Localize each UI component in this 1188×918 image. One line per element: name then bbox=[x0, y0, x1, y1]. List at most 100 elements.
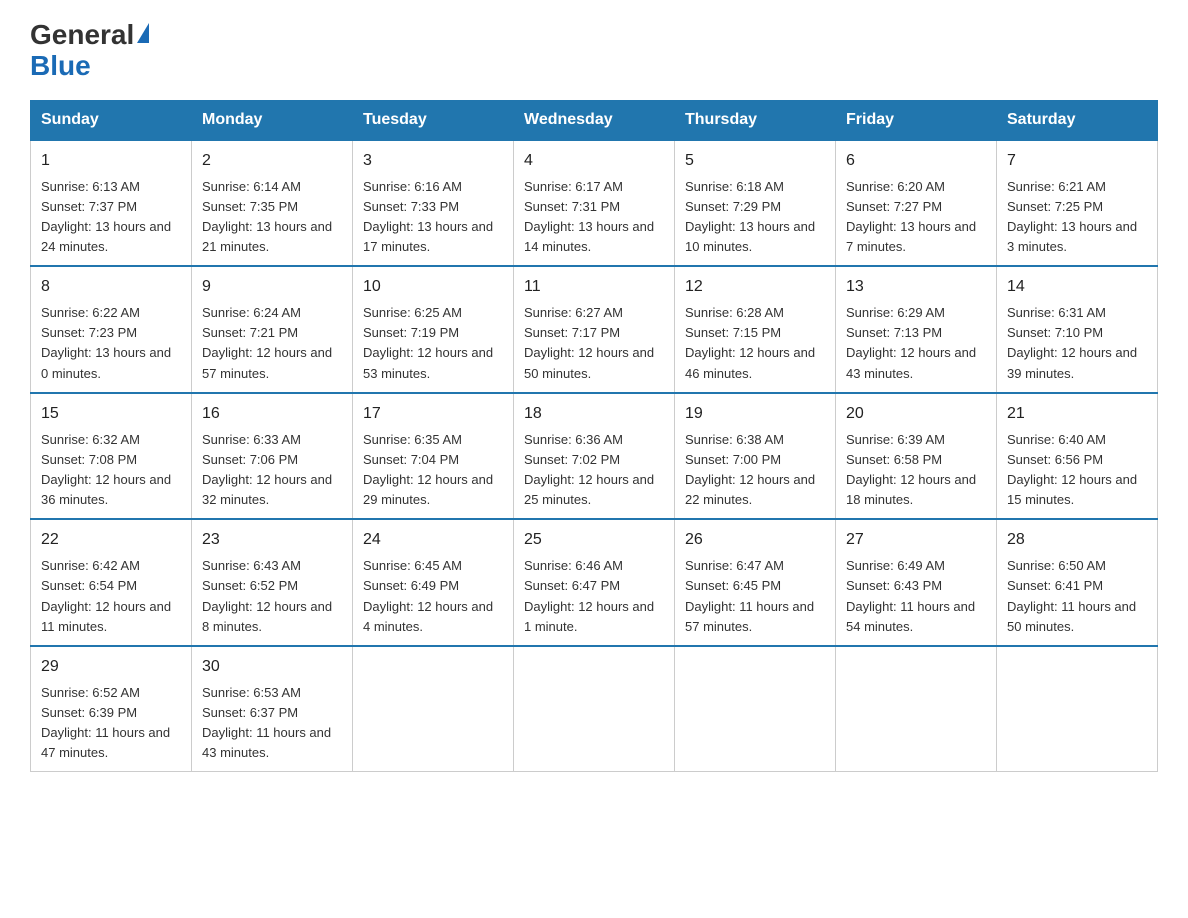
cell-week4-day3: 25Sunrise: 6:46 AMSunset: 6:47 PMDayligh… bbox=[514, 519, 675, 646]
cell-week4-day5: 27 Sunrise: 6:49 AMSunset: 6:43 PMDayligh… bbox=[836, 519, 997, 646]
cell-week5-day1: 30 Sunrise: 6:53 AMSunset: 6:37 PMDayligh… bbox=[192, 646, 353, 772]
cell-week5-day5 bbox=[836, 646, 997, 772]
day-number: 13 bbox=[846, 275, 986, 299]
day-info: Sunrise: 6:20 AMSunset: 7:27 PMDaylight:… bbox=[846, 179, 976, 254]
cell-week1-day2: 3 Sunrise: 6:16 AMSunset: 7:33 PMDaylight… bbox=[353, 140, 514, 267]
day-info: Sunrise: 6:31 AMSunset: 7:10 PMDaylight:… bbox=[1007, 305, 1137, 380]
day-number: 11 bbox=[524, 275, 664, 299]
week-row-4: 22 Sunrise: 6:42 AMSunset: 6:54 PMDayligh… bbox=[31, 519, 1158, 646]
cell-week4-day6: 28 Sunrise: 6:50 AMSunset: 6:41 PMDayligh… bbox=[997, 519, 1158, 646]
cell-week5-day0: 29Sunrise: 6:52 AMSunset: 6:39 PMDayligh… bbox=[31, 646, 192, 772]
cell-week5-day6 bbox=[997, 646, 1158, 772]
day-number: 7 bbox=[1007, 149, 1147, 173]
day-number: 23 bbox=[202, 528, 342, 552]
day-number: 20 bbox=[846, 402, 986, 426]
week-row-2: 8Sunrise: 6:22 AMSunset: 7:23 PMDaylight… bbox=[31, 266, 1158, 393]
day-number: 26 bbox=[685, 528, 825, 552]
header-tuesday: Tuesday bbox=[353, 100, 514, 140]
logo-triangle-icon bbox=[137, 23, 149, 43]
page-header: General Blue bbox=[30, 20, 1158, 82]
day-info: Sunrise: 6:38 AMSunset: 7:00 PMDaylight:… bbox=[685, 432, 815, 507]
day-info: Sunrise: 6:43 AMSunset: 6:52 PMDaylight:… bbox=[202, 558, 332, 633]
header-monday: Monday bbox=[192, 100, 353, 140]
day-info: Sunrise: 6:18 AMSunset: 7:29 PMDaylight:… bbox=[685, 179, 815, 254]
header-sunday: Sunday bbox=[31, 100, 192, 140]
cell-week5-day2 bbox=[353, 646, 514, 772]
day-number: 4 bbox=[524, 149, 664, 173]
cell-week3-day2: 17Sunrise: 6:35 AMSunset: 7:04 PMDayligh… bbox=[353, 393, 514, 520]
cell-week2-day3: 11Sunrise: 6:27 AMSunset: 7:17 PMDayligh… bbox=[514, 266, 675, 393]
day-info: Sunrise: 6:49 AMSunset: 6:43 PMDaylight:… bbox=[846, 558, 975, 633]
day-info: Sunrise: 6:52 AMSunset: 6:39 PMDaylight:… bbox=[41, 685, 170, 760]
day-number: 15 bbox=[41, 402, 181, 426]
day-number: 5 bbox=[685, 149, 825, 173]
day-info: Sunrise: 6:29 AMSunset: 7:13 PMDaylight:… bbox=[846, 305, 976, 380]
header-saturday: Saturday bbox=[997, 100, 1158, 140]
day-info: Sunrise: 6:24 AMSunset: 7:21 PMDaylight:… bbox=[202, 305, 332, 380]
day-info: Sunrise: 6:16 AMSunset: 7:33 PMDaylight:… bbox=[363, 179, 493, 254]
day-info: Sunrise: 6:13 AMSunset: 7:37 PMDaylight:… bbox=[41, 179, 171, 254]
cell-week4-day2: 24 Sunrise: 6:45 AMSunset: 6:49 PMDayligh… bbox=[353, 519, 514, 646]
day-info: Sunrise: 6:21 AMSunset: 7:25 PMDaylight:… bbox=[1007, 179, 1137, 254]
cell-week1-day0: 1 Sunrise: 6:13 AMSunset: 7:37 PMDaylight… bbox=[31, 140, 192, 267]
cell-week2-day1: 9 Sunrise: 6:24 AMSunset: 7:21 PMDaylight… bbox=[192, 266, 353, 393]
day-info: Sunrise: 6:25 AMSunset: 7:19 PMDaylight:… bbox=[363, 305, 493, 380]
cell-week3-day5: 20 Sunrise: 6:39 AMSunset: 6:58 PMDayligh… bbox=[836, 393, 997, 520]
day-info: Sunrise: 6:28 AMSunset: 7:15 PMDaylight:… bbox=[685, 305, 815, 380]
day-info: Sunrise: 6:33 AMSunset: 7:06 PMDaylight:… bbox=[202, 432, 332, 507]
header-wednesday: Wednesday bbox=[514, 100, 675, 140]
header-friday: Friday bbox=[836, 100, 997, 140]
day-number: 9 bbox=[202, 275, 342, 299]
cell-week1-day1: 2 Sunrise: 6:14 AMSunset: 7:35 PMDaylight… bbox=[192, 140, 353, 267]
day-number: 14 bbox=[1007, 275, 1147, 299]
cell-week3-day1: 16 Sunrise: 6:33 AMSunset: 7:06 PMDayligh… bbox=[192, 393, 353, 520]
cell-week1-day5: 6 Sunrise: 6:20 AMSunset: 7:27 PMDaylight… bbox=[836, 140, 997, 267]
day-info: Sunrise: 6:36 AMSunset: 7:02 PMDaylight:… bbox=[524, 432, 654, 507]
week-row-5: 29Sunrise: 6:52 AMSunset: 6:39 PMDayligh… bbox=[31, 646, 1158, 772]
day-info: Sunrise: 6:50 AMSunset: 6:41 PMDaylight:… bbox=[1007, 558, 1136, 633]
cell-week2-day5: 13 Sunrise: 6:29 AMSunset: 7:13 PMDayligh… bbox=[836, 266, 997, 393]
day-number: 19 bbox=[685, 402, 825, 426]
cell-week5-day4 bbox=[675, 646, 836, 772]
day-info: Sunrise: 6:40 AMSunset: 6:56 PMDaylight:… bbox=[1007, 432, 1137, 507]
day-info: Sunrise: 6:14 AMSunset: 7:35 PMDaylight:… bbox=[202, 179, 332, 254]
logo: General Blue bbox=[30, 20, 149, 82]
day-info: Sunrise: 6:39 AMSunset: 6:58 PMDaylight:… bbox=[846, 432, 976, 507]
cell-week2-day0: 8Sunrise: 6:22 AMSunset: 7:23 PMDaylight… bbox=[31, 266, 192, 393]
cell-week2-day2: 10Sunrise: 6:25 AMSunset: 7:19 PMDayligh… bbox=[353, 266, 514, 393]
cell-week3-day3: 18Sunrise: 6:36 AMSunset: 7:02 PMDayligh… bbox=[514, 393, 675, 520]
day-number: 1 bbox=[41, 149, 181, 173]
day-number: 28 bbox=[1007, 528, 1147, 552]
cell-week4-day4: 26 Sunrise: 6:47 AMSunset: 6:45 PMDayligh… bbox=[675, 519, 836, 646]
day-info: Sunrise: 6:35 AMSunset: 7:04 PMDaylight:… bbox=[363, 432, 493, 507]
weekday-header-row: SundayMondayTuesdayWednesdayThursdayFrid… bbox=[31, 100, 1158, 140]
logo-text-blue: Blue bbox=[30, 50, 91, 81]
day-number: 16 bbox=[202, 402, 342, 426]
day-info: Sunrise: 6:42 AMSunset: 6:54 PMDaylight:… bbox=[41, 558, 171, 633]
day-info: Sunrise: 6:45 AMSunset: 6:49 PMDaylight:… bbox=[363, 558, 493, 633]
cell-week1-day6: 7 Sunrise: 6:21 AMSunset: 7:25 PMDaylight… bbox=[997, 140, 1158, 267]
day-number: 22 bbox=[41, 528, 181, 552]
day-number: 25 bbox=[524, 528, 664, 552]
cell-week1-day4: 5 Sunrise: 6:18 AMSunset: 7:29 PMDaylight… bbox=[675, 140, 836, 267]
cell-week4-day1: 23 Sunrise: 6:43 AMSunset: 6:52 PMDayligh… bbox=[192, 519, 353, 646]
day-info: Sunrise: 6:53 AMSunset: 6:37 PMDaylight:… bbox=[202, 685, 331, 760]
cell-week3-day4: 19 Sunrise: 6:38 AMSunset: 7:00 PMDayligh… bbox=[675, 393, 836, 520]
day-info: Sunrise: 6:32 AMSunset: 7:08 PMDaylight:… bbox=[41, 432, 171, 507]
day-info: Sunrise: 6:47 AMSunset: 6:45 PMDaylight:… bbox=[685, 558, 814, 633]
cell-week5-day3 bbox=[514, 646, 675, 772]
day-number: 21 bbox=[1007, 402, 1147, 426]
cell-week2-day4: 12 Sunrise: 6:28 AMSunset: 7:15 PMDayligh… bbox=[675, 266, 836, 393]
day-number: 6 bbox=[846, 149, 986, 173]
cell-week2-day6: 14 Sunrise: 6:31 AMSunset: 7:10 PMDayligh… bbox=[997, 266, 1158, 393]
day-number: 24 bbox=[363, 528, 503, 552]
cell-week4-day0: 22 Sunrise: 6:42 AMSunset: 6:54 PMDayligh… bbox=[31, 519, 192, 646]
day-number: 2 bbox=[202, 149, 342, 173]
day-number: 27 bbox=[846, 528, 986, 552]
day-number: 12 bbox=[685, 275, 825, 299]
day-number: 30 bbox=[202, 655, 342, 679]
cell-week3-day0: 15 Sunrise: 6:32 AMSunset: 7:08 PMDayligh… bbox=[31, 393, 192, 520]
day-info: Sunrise: 6:17 AMSunset: 7:31 PMDaylight:… bbox=[524, 179, 654, 254]
day-number: 3 bbox=[363, 149, 503, 173]
cell-week1-day3: 4 Sunrise: 6:17 AMSunset: 7:31 PMDaylight… bbox=[514, 140, 675, 267]
